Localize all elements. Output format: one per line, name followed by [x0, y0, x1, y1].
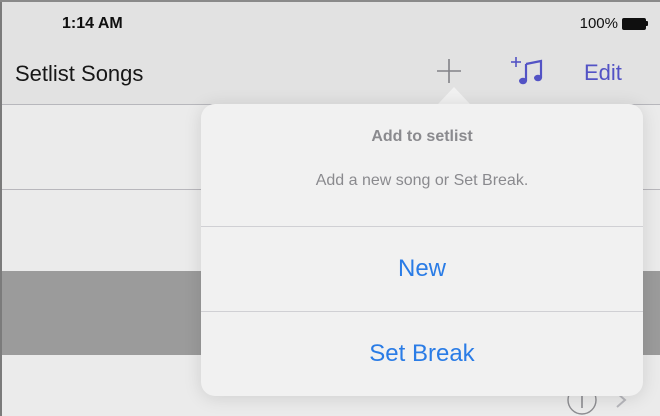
popover-message: Add a new song or Set Break.	[315, 172, 529, 189]
popover-arrow	[438, 87, 470, 104]
popover-title: Add to setlist	[371, 128, 473, 145]
popover-header: Add to setlist Add a new song or Set Bre…	[201, 104, 643, 227]
add-to-setlist-popover: Add to setlist Add a new song or Set Bre…	[201, 104, 643, 396]
window-edge	[0, 0, 2, 416]
new-button[interactable]: New	[201, 227, 643, 311]
window-edge	[0, 0, 660, 2]
set-break-button[interactable]: Set Break	[201, 311, 643, 396]
